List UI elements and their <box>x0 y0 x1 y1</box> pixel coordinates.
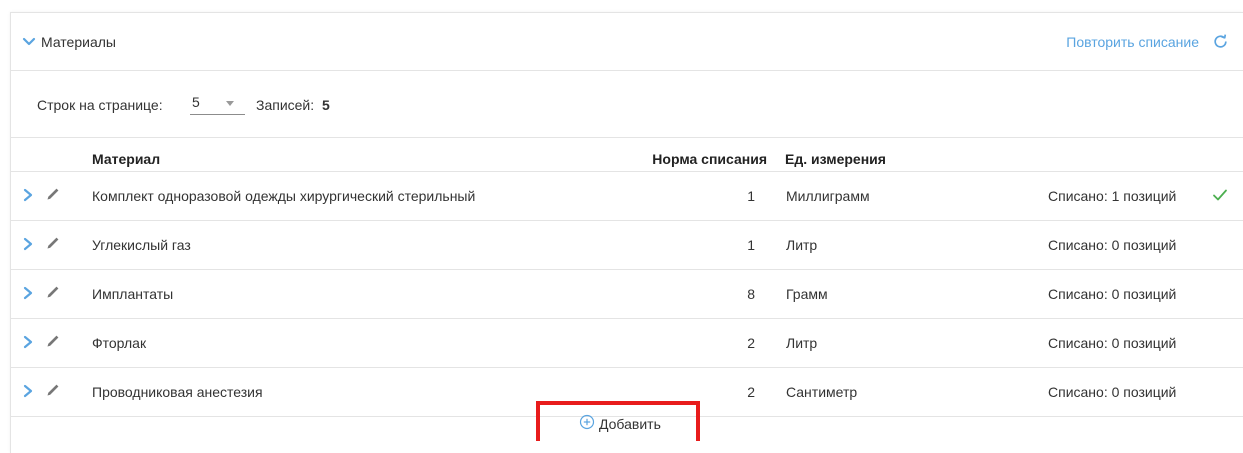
material-name: Имплантаты <box>92 286 174 302</box>
chevron-right-icon[interactable] <box>21 285 35 301</box>
section-title: Материалы <box>41 34 116 50</box>
table-row: Комплект одноразовой одежды хирургически… <box>11 172 1243 221</box>
records-label: Записей: <box>256 97 315 113</box>
material-name: Комплект одноразовой одежды хирургически… <box>92 188 476 204</box>
pencil-icon[interactable] <box>45 284 61 300</box>
material-norm: 2 <box>747 335 755 351</box>
write-off-status: Списано: 0 позиций <box>1048 286 1177 302</box>
material-name: Фторлак <box>92 335 147 351</box>
material-name: Углекислый газ <box>92 237 191 253</box>
chevron-right-icon[interactable] <box>21 187 35 203</box>
write-off-status: Списано: 1 позиций <box>1048 188 1177 204</box>
material-unit: Миллиграмм <box>786 188 870 204</box>
write-off-status: Списано: 0 позиций <box>1048 335 1177 351</box>
panel-header: Материалы Повторить списание <box>11 13 1243 71</box>
pencil-icon[interactable] <box>45 382 61 398</box>
material-norm: 8 <box>747 286 755 302</box>
dropdown-caret-icon <box>226 101 234 106</box>
pagination-toolbar: Строк на странице: 5 Записей: 5 <box>11 71 1243 138</box>
material-unit: Сантиметр <box>786 384 858 400</box>
column-header-unit[interactable]: Ед. измерения <box>785 151 886 167</box>
material-norm: 1 <box>747 237 755 253</box>
material-name: Проводниковая анестезия <box>92 384 263 400</box>
records-count: 5 <box>322 97 330 113</box>
chevron-right-icon[interactable] <box>21 334 35 350</box>
add-button-label: Добавить <box>599 416 661 432</box>
pencil-icon[interactable] <box>45 235 61 251</box>
repeat-write-off-link[interactable]: Повторить списание <box>1066 34 1199 50</box>
rows-per-page-select[interactable]: 5 <box>190 91 245 115</box>
material-norm: 1 <box>747 188 755 204</box>
column-header-norm[interactable]: Норма списания <box>652 151 767 167</box>
table-row: Фторлак 2 Литр Списано: 0 позиций <box>11 319 1243 368</box>
material-norm: 2 <box>747 384 755 400</box>
material-unit: Грамм <box>786 286 828 302</box>
material-unit: Литр <box>786 335 818 351</box>
checkmark-icon <box>1213 189 1227 201</box>
plus-circle-icon <box>579 414 595 430</box>
rows-per-page-label: Строк на странице: <box>37 97 163 113</box>
rows-per-page-value: 5 <box>192 94 200 110</box>
chevron-down-icon[interactable] <box>21 34 37 50</box>
column-header-material[interactable]: Материал <box>92 151 160 167</box>
write-off-status: Списано: 0 позиций <box>1048 384 1177 400</box>
chevron-right-icon[interactable] <box>21 383 35 399</box>
pencil-icon[interactable] <box>45 333 61 349</box>
write-off-status: Списано: 0 позиций <box>1048 237 1177 253</box>
table-row: Углекислый газ 1 Литр Списано: 0 позиций <box>11 221 1243 270</box>
pencil-icon[interactable] <box>45 186 61 202</box>
material-unit: Литр <box>786 237 818 253</box>
chevron-right-icon[interactable] <box>21 236 35 252</box>
add-button[interactable]: Добавить <box>536 401 700 441</box>
materials-panel: Материалы Повторить списание Строк на ст… <box>10 12 1243 453</box>
table-row: Имплантаты 8 Грамм Списано: 0 позиций <box>11 270 1243 319</box>
table-header: Материал Норма списания Ед. измерения <box>11 138 1243 172</box>
refresh-icon[interactable] <box>1212 33 1229 50</box>
